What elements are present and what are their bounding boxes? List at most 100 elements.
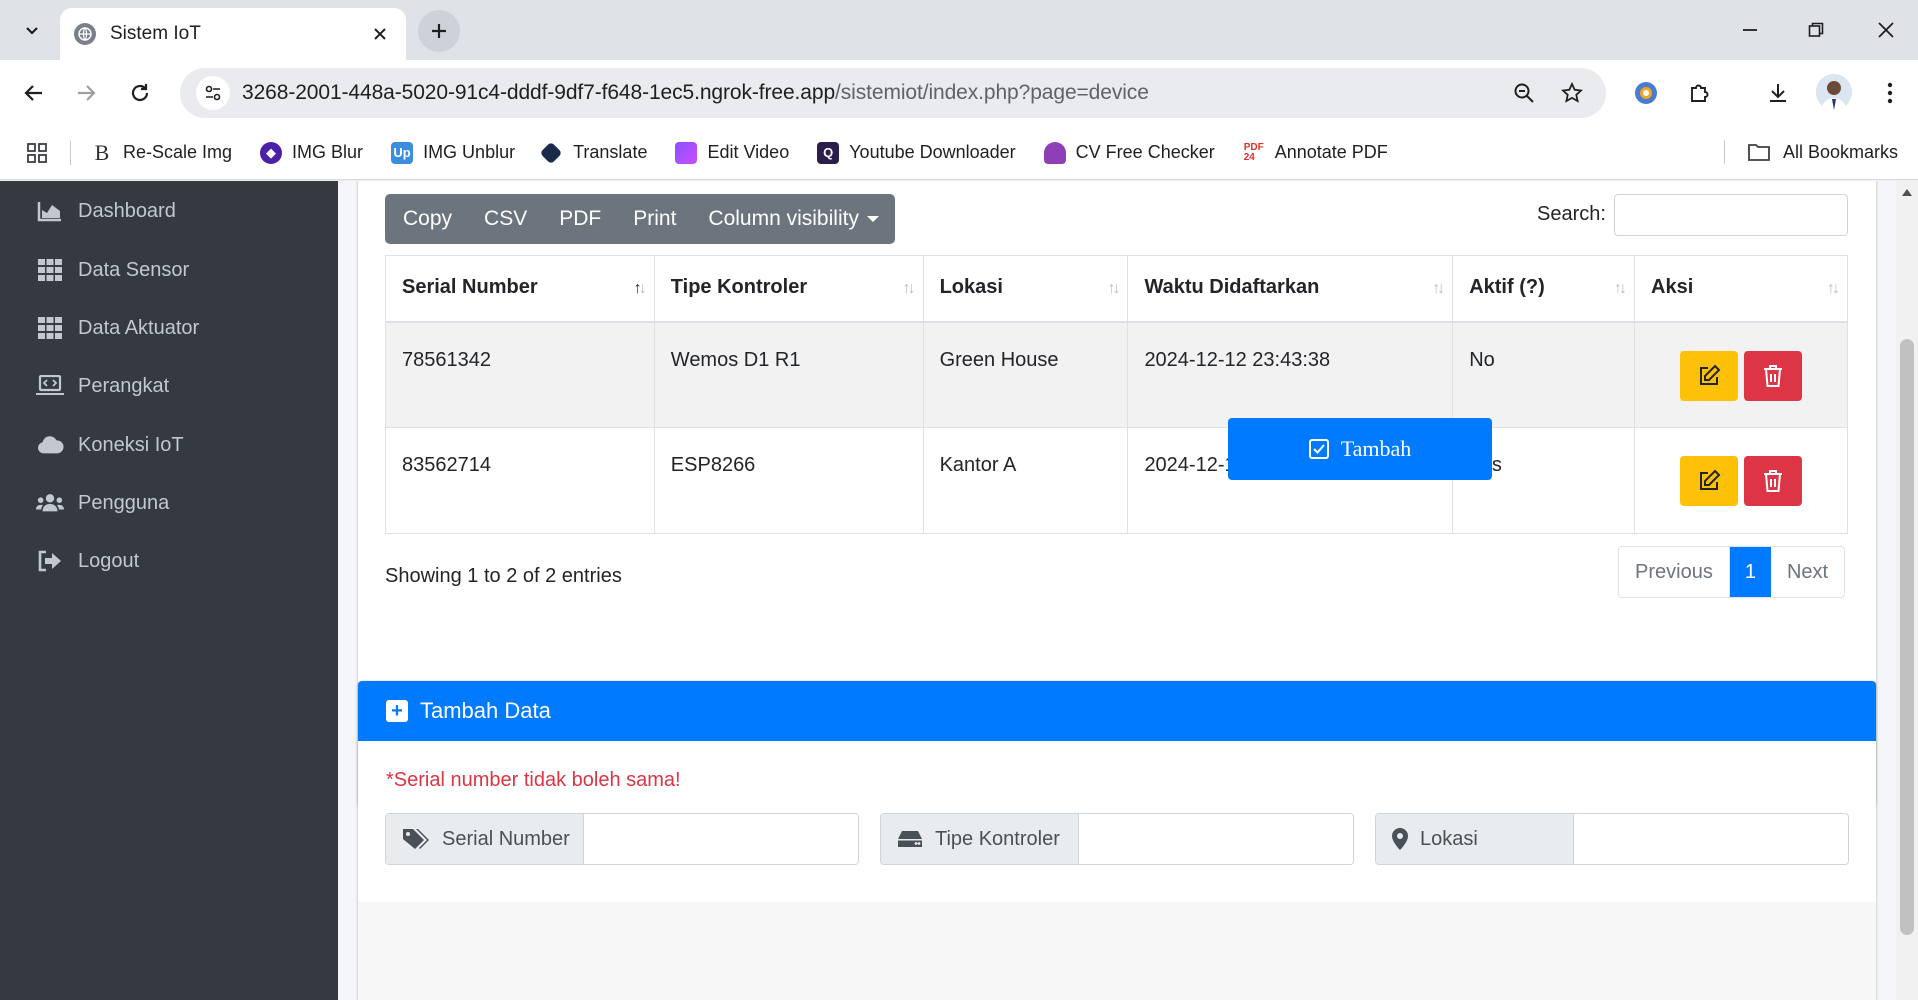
edit-icon: [1700, 469, 1721, 490]
browser-tab[interactable]: Sistem IoT: [60, 8, 406, 60]
tab-title: Sistem IoT: [110, 23, 201, 44]
previous-page-button[interactable]: Previous: [1619, 547, 1730, 597]
sidebar-item-koneksi-iot[interactable]: Koneksi IoT: [36, 425, 184, 465]
serial-number-group: Serial Number: [385, 813, 859, 865]
card-footer: [358, 902, 1876, 1000]
column-header-aksi[interactable]: Aksi ↑↓: [1634, 255, 1848, 323]
cell-lokasi: Green House: [922, 321, 1129, 428]
apps-grid-icon[interactable]: [26, 142, 48, 164]
page-scrollbar[interactable]: [1896, 181, 1918, 1000]
column-visibility-button[interactable]: Column visibility: [692, 194, 895, 244]
sidebar-item-label: Data Aktuator: [78, 316, 200, 339]
sidebar-item-data-sensor[interactable]: Data Sensor: [36, 250, 189, 290]
kebab-menu-icon[interactable]: [1872, 75, 1908, 111]
column-header-tipe-kontroler[interactable]: Tipe Kontroler ↑↓: [653, 255, 924, 323]
close-tab-icon[interactable]: [368, 22, 392, 46]
bookmark-label: Translate: [573, 142, 648, 162]
close-icon: [1878, 22, 1894, 38]
sidebar-item-perangkat[interactable]: Perangkat: [36, 366, 169, 406]
sort-icon: ↑↓: [1827, 280, 1840, 297]
bookmark-item[interactable]: PDF 24 Annotate PDF: [1243, 142, 1388, 164]
cell-aksi: [1634, 427, 1848, 534]
tipe-kontroler-input[interactable]: [1079, 814, 1353, 864]
reload-button[interactable]: [120, 73, 160, 113]
scrollbar-thumb[interactable]: [1900, 339, 1914, 935]
bookmark-item[interactable]: B Re-Scale Img: [91, 139, 233, 165]
bookmark-label: Re-Scale Img: [123, 142, 233, 162]
cell-aktif: No: [1452, 321, 1636, 428]
edit-button[interactable]: [1680, 456, 1739, 506]
bookmark-star-icon[interactable]: [1554, 75, 1590, 111]
tags-icon: [402, 828, 430, 850]
next-page-button[interactable]: Next: [1770, 547, 1845, 597]
delete-button[interactable]: [1744, 456, 1803, 506]
cell-lokasi: Kantor A: [922, 427, 1129, 534]
sidebar-item-pengguna[interactable]: Pengguna: [36, 483, 169, 523]
bookmark-item[interactable]: Translate: [539, 141, 648, 164]
site-info-icon[interactable]: [196, 76, 230, 110]
delete-button[interactable]: [1744, 350, 1803, 401]
back-button[interactable]: [14, 73, 54, 113]
print-button[interactable]: Print: [617, 194, 692, 244]
arrow-right-icon: [78, 85, 96, 101]
bookmark-item[interactable]: ◆ IMG Blur: [260, 141, 364, 164]
bookmark-item[interactable]: CV Free Checker: [1043, 141, 1215, 164]
copy-button[interactable]: Copy: [385, 194, 468, 244]
grid-icon: [36, 256, 64, 284]
search-label: Search:: [1537, 203, 1606, 225]
extension-colorful-icon[interactable]: [1628, 75, 1664, 111]
download-icon[interactable]: [1760, 75, 1796, 111]
column-header-lokasi[interactable]: Lokasi ↑↓: [922, 255, 1129, 323]
restore-button[interactable]: [1786, 8, 1846, 52]
sort-icon: ↑↓: [902, 280, 916, 297]
sidebar-item-dashboard[interactable]: Dashboard: [36, 191, 176, 231]
edit-button[interactable]: [1680, 350, 1739, 401]
pdf-button[interactable]: PDF: [543, 194, 617, 244]
column-header-label: Aktif (?): [1469, 276, 1545, 298]
column-header-serial-number[interactable]: Serial Number ↑↓: [385, 255, 655, 323]
column-header-label: Waktu Didaftarkan: [1144, 276, 1320, 298]
forward-button[interactable]: [66, 73, 106, 113]
trash-icon: [1764, 470, 1783, 492]
bookmark-label: IMG Unblur: [423, 142, 516, 162]
cell-serial-number: 83562714: [385, 427, 655, 534]
column-visibility-label: Column visibility: [708, 207, 859, 230]
extensions-puzzle-icon[interactable]: [1682, 75, 1718, 111]
close-window-button[interactable]: [1856, 8, 1916, 52]
img-unblur-icon: Up: [391, 141, 414, 164]
plus-icon: [432, 24, 446, 38]
cell-tipe-kontroler: ESP8266: [653, 427, 924, 534]
column-header-aktif[interactable]: Aktif (?) ↑↓: [1452, 255, 1636, 323]
profile-avatar[interactable]: [1816, 74, 1852, 110]
csv-button[interactable]: CSV: [468, 194, 543, 244]
cloud-icon: [36, 431, 64, 459]
bookmark-label: Annotate PDF: [1274, 142, 1388, 162]
lokasi-input[interactable]: [1574, 814, 1848, 864]
new-tab-button[interactable]: [418, 10, 460, 52]
sidebar-item-logout[interactable]: Logout: [36, 541, 139, 581]
bookmark-label: IMG Blur: [292, 142, 364, 162]
tab-search-button[interactable]: [14, 12, 50, 48]
add-device-card: + Tambah Data *Serial number tidak boleh…: [358, 681, 1876, 1000]
sidebar-item-data-aktuator[interactable]: Data Aktuator: [36, 308, 199, 348]
bookmark-item[interactable]: Edit Video: [675, 141, 789, 164]
sign-out-icon: [36, 547, 64, 575]
bookmark-item[interactable]: Q Youtube Downloader: [817, 141, 1016, 164]
zoom-icon[interactable]: [1506, 75, 1542, 111]
check-square-icon: [1308, 439, 1329, 459]
column-header-waktu-didaftarkan[interactable]: Waktu Didaftarkan ↑↓: [1127, 255, 1454, 323]
serial-number-input[interactable]: [584, 814, 858, 864]
search-input[interactable]: [1614, 194, 1848, 236]
all-bookmarks-button[interactable]: All Bookmarks: [1723, 140, 1898, 164]
users-icon: [36, 489, 64, 517]
device-table: Serial Number ↑↓ Tipe Kontroler ↑↓ Lokasi ↑…: [385, 255, 1848, 534]
page-1-button[interactable]: 1: [1729, 547, 1771, 597]
scroll-up-icon[interactable]: [1902, 189, 1912, 196]
cv-checker-icon: [1043, 141, 1066, 164]
tambah-button[interactable]: Tambah: [1228, 418, 1492, 480]
sort-asc-icon: ↑↓: [633, 280, 647, 297]
rescale-icon: B: [94, 139, 110, 165]
minimize-button[interactable]: [1720, 8, 1780, 52]
address-bar[interactable]: 3268-2001-448a-5020-91c4-dddf-9df7-f648-…: [180, 68, 1606, 118]
bookmark-item[interactable]: Up IMG Unblur: [391, 141, 516, 164]
